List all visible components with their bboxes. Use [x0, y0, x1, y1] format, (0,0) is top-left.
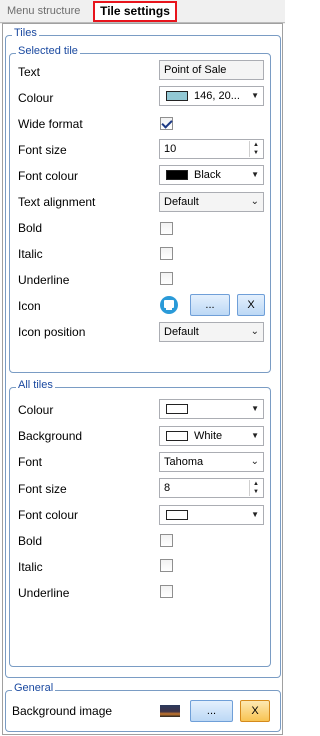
- all-colour-swatch: [166, 404, 188, 414]
- wide-format-label: Wide format: [18, 117, 83, 131]
- chevron-down-icon: ▼: [251, 431, 259, 440]
- text-field[interactable]: Point of Sale: [159, 60, 264, 80]
- selected-tile-legend: Selected tile: [16, 45, 80, 57]
- colour-swatch: [166, 91, 188, 101]
- all-font-size-stepper[interactable]: 8 ▲ ▼: [159, 478, 264, 498]
- tab-strip: Menu structure Tile settings: [0, 0, 285, 24]
- icon-browse-button[interactable]: ...: [190, 294, 230, 316]
- all-colour-label: Colour: [18, 403, 54, 417]
- font-colour-value: Black: [194, 169, 221, 181]
- icon-position-label: Icon position: [18, 325, 86, 339]
- font-value: Tahoma: [164, 456, 204, 468]
- icon-position-value: Default: [164, 326, 199, 338]
- tiles-legend: Tiles: [12, 27, 39, 39]
- background-image-browse-button[interactable]: ...: [190, 700, 233, 722]
- chevron-down-icon: ⌄: [250, 196, 259, 207]
- stepper-arrows-icon[interactable]: ▲ ▼: [249, 141, 262, 157]
- all-colour-select[interactable]: ▼: [159, 399, 264, 419]
- colour-value: 146, 20...: [194, 90, 240, 102]
- background-swatch: [166, 431, 188, 441]
- all-italic-checkbox[interactable]: [160, 559, 173, 572]
- underline-label: Underline: [18, 273, 70, 287]
- wide-format-checkbox[interactable]: [160, 117, 173, 130]
- chevron-down-icon: ⌄: [250, 456, 259, 467]
- all-font-size-label: Font size: [18, 482, 67, 496]
- chevron-down-icon: ▼: [251, 404, 259, 413]
- all-bold-label: Bold: [18, 534, 43, 548]
- colour-select[interactable]: 146, 20... ▼: [159, 86, 264, 106]
- background-select[interactable]: White ▼: [159, 426, 264, 446]
- background-image-clear-button[interactable]: X: [240, 700, 270, 722]
- font-colour-label: Font colour: [18, 169, 79, 183]
- underline-checkbox[interactable]: [160, 272, 173, 285]
- chevron-down-icon: ▼: [251, 510, 259, 519]
- stepper-arrows-icon[interactable]: ▲ ▼: [249, 480, 262, 496]
- icon-position-select[interactable]: Default ⌄: [159, 322, 264, 342]
- tile-icon-preview-icon: [160, 296, 178, 314]
- font-size-label: Font size: [18, 143, 67, 157]
- all-font-colour-label: Font colour: [18, 508, 79, 522]
- all-font-colour-swatch: [166, 510, 188, 520]
- background-image-label: Background image: [12, 704, 113, 718]
- colour-label: Colour: [18, 91, 54, 105]
- italic-checkbox[interactable]: [160, 247, 173, 260]
- font-colour-swatch: [166, 170, 188, 180]
- text-alignment-label: Text alignment: [18, 195, 96, 209]
- chevron-down-icon: ▼: [251, 170, 259, 179]
- font-label: Font: [18, 455, 43, 469]
- font-select[interactable]: Tahoma ⌄: [159, 452, 264, 472]
- italic-label: Italic: [18, 247, 43, 261]
- icon-label: Icon: [18, 299, 41, 313]
- all-italic-label: Italic: [18, 560, 43, 574]
- all-underline-checkbox[interactable]: [160, 585, 173, 598]
- background-label: Background: [18, 429, 83, 443]
- all-font-colour-select[interactable]: ▼: [159, 505, 264, 525]
- general-legend: General: [12, 682, 56, 694]
- font-size-stepper[interactable]: 10 ▲ ▼: [159, 139, 264, 159]
- background-image-thumbnail: [160, 705, 180, 717]
- tab-tile-settings[interactable]: Tile settings: [93, 1, 177, 22]
- chevron-down-icon: ⌄: [250, 326, 259, 337]
- text-alignment-value: Default: [164, 196, 199, 208]
- text-alignment-select[interactable]: Default ⌄: [159, 192, 264, 212]
- all-font-size-value: 8: [164, 482, 171, 494]
- text-label: Text: [18, 65, 41, 79]
- tab-menu-structure[interactable]: Menu structure: [7, 5, 80, 17]
- chevron-down-icon: ▼: [251, 91, 259, 100]
- bold-checkbox[interactable]: [160, 222, 173, 235]
- font-colour-select[interactable]: Black ▼: [159, 165, 264, 185]
- all-tiles-legend: All tiles: [16, 379, 55, 391]
- icon-clear-button[interactable]: X: [237, 294, 265, 316]
- all-underline-label: Underline: [18, 586, 70, 600]
- all-bold-checkbox[interactable]: [160, 534, 173, 547]
- font-size-value: 10: [164, 143, 177, 155]
- bold-label: Bold: [18, 221, 43, 235]
- background-value: White: [194, 430, 223, 442]
